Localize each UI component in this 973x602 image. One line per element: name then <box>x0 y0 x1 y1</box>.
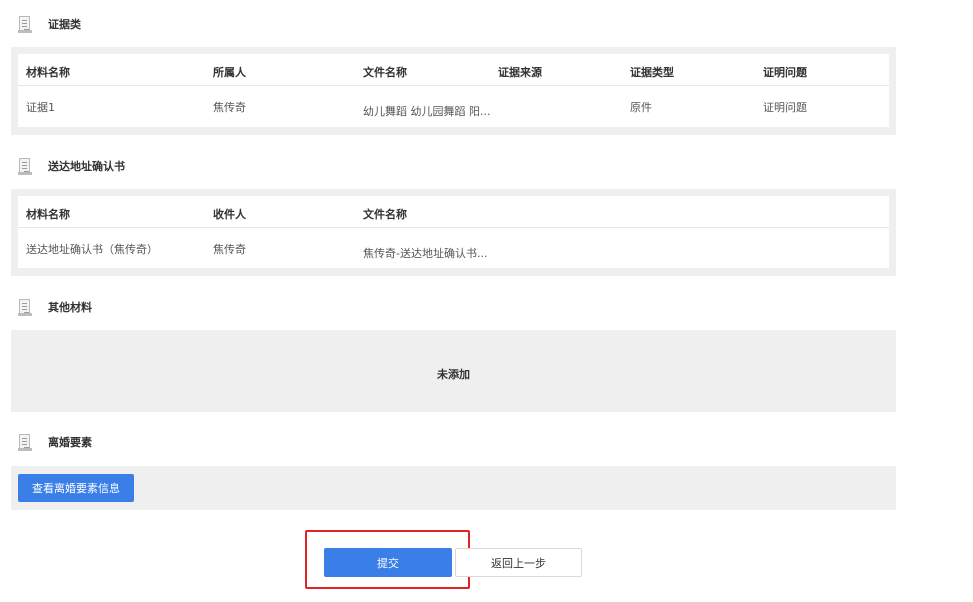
document-icon <box>18 157 32 175</box>
service-address-table-header: 材料名称 收件人 文件名称 <box>18 196 889 228</box>
col-owner: 所属人 <box>213 66 246 79</box>
divorce-elements-panel: 查看离婚要素信息 <box>11 466 896 510</box>
service-address-panel: 材料名称 收件人 文件名称 送达地址确认书（焦传奇） 焦传奇 焦传奇-送达地址确… <box>11 189 896 276</box>
col-file-name: 文件名称 <box>363 66 407 79</box>
evidence-panel: 材料名称 所属人 文件名称 证据来源 证据类型 证明问题 证据1 焦传奇 幼儿舞… <box>11 47 896 135</box>
submit-button[interactable]: 提交 <box>324 548 452 577</box>
proof-issue: 证明问题 <box>763 101 807 114</box>
col-file-name: 文件名称 <box>363 208 407 221</box>
owner: 焦传奇 <box>213 101 246 114</box>
service-address-section-title: 送达地址确认书 <box>48 160 125 173</box>
file-link[interactable]: 幼儿舞蹈 幼儿园舞蹈 阳... <box>363 103 490 119</box>
evidence-type: 原件 <box>630 101 652 114</box>
evidence-section-title: 证据类 <box>48 18 81 31</box>
divorce-elements-section-header: 离婚要素 <box>18 433 92 451</box>
file-link[interactable]: 焦传奇-送达地址确认书... <box>363 245 487 261</box>
col-material-name: 材料名称 <box>26 66 70 79</box>
col-material-name: 材料名称 <box>26 208 70 221</box>
col-evidence-type: 证据类型 <box>630 66 674 79</box>
table-row: 送达地址确认书（焦传奇） 焦传奇 焦传奇-送达地址确认书... <box>18 227 889 268</box>
evidence-table: 材料名称 所属人 文件名称 证据来源 证据类型 证明问题 证据1 焦传奇 幼儿舞… <box>18 54 889 127</box>
back-button[interactable]: 返回上一步 <box>455 548 582 577</box>
other-materials-section-header: 其他材料 <box>18 298 92 316</box>
evidence-section-header: 证据类 <box>18 15 81 33</box>
col-recipient: 收件人 <box>213 208 246 221</box>
empty-state-text: 未添加 <box>437 368 470 381</box>
col-evidence-source: 证据来源 <box>498 66 542 79</box>
evidence-table-header: 材料名称 所属人 文件名称 证据来源 证据类型 证明问题 <box>18 54 889 86</box>
view-divorce-elements-button[interactable]: 查看离婚要素信息 <box>18 474 134 502</box>
document-icon <box>18 298 32 316</box>
other-materials-section-title: 其他材料 <box>48 301 92 314</box>
document-icon <box>18 433 32 451</box>
col-proof-issue: 证明问题 <box>763 66 807 79</box>
service-address-table: 材料名称 收件人 文件名称 送达地址确认书（焦传奇） 焦传奇 焦传奇-送达地址确… <box>18 196 889 268</box>
material-name: 证据1 <box>26 101 55 114</box>
material-name: 送达地址确认书（焦传奇） <box>26 243 158 256</box>
table-row: 证据1 焦传奇 幼儿舞蹈 幼儿园舞蹈 阳... 原件 证明问题 <box>18 85 889 127</box>
service-address-section-header: 送达地址确认书 <box>18 157 125 175</box>
recipient: 焦传奇 <box>213 243 246 256</box>
document-icon <box>18 15 32 33</box>
divorce-elements-section-title: 离婚要素 <box>48 436 92 449</box>
other-materials-panel: 未添加 <box>11 330 896 412</box>
